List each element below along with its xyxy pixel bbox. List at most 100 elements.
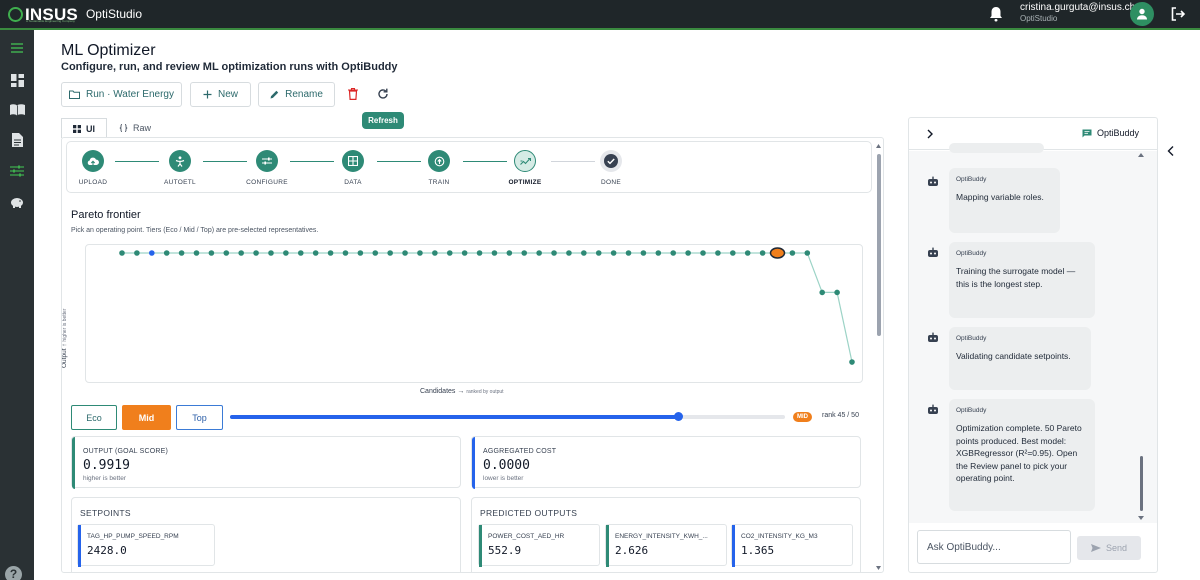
tab-raw[interactable]: Raw: [119, 118, 151, 138]
help-icon[interactable]: ?: [5, 566, 22, 580]
pareto-point[interactable]: [283, 250, 289, 256]
chevron-right-icon[interactable]: [926, 129, 934, 139]
pareto-point[interactable]: [744, 250, 751, 256]
pareto-point[interactable]: [834, 289, 840, 296]
pareto-point[interactable]: [163, 250, 170, 256]
step-optimize[interactable]: OPTIMIZE: [495, 150, 555, 186]
step-data[interactable]: DATA: [323, 150, 383, 186]
chevron-left-icon[interactable]: [1166, 145, 1176, 157]
pareto-point[interactable]: [610, 250, 617, 256]
kpi-cost-hint: lower is better: [483, 475, 524, 482]
avatar[interactable]: [1130, 2, 1154, 26]
step-autoetl[interactable]: AUTOETL: [150, 150, 210, 186]
pareto-point[interactable]: [700, 250, 706, 256]
document-icon[interactable]: [7, 130, 27, 150]
pareto-point[interactable]: [417, 250, 423, 256]
chat-scrollbar[interactable]: [1137, 151, 1147, 523]
book-icon[interactable]: [7, 100, 27, 120]
dashboard-icon[interactable]: [7, 70, 27, 90]
kpi-accent-bar: [72, 437, 75, 489]
main-scrollbar-thumb[interactable]: [877, 154, 881, 336]
pareto-point[interactable]: [476, 250, 483, 256]
pareto-point[interactable]: [849, 359, 855, 365]
step-train[interactable]: TRAIN: [409, 150, 469, 186]
pareto-point[interactable]: [193, 250, 200, 256]
pareto-point[interactable]: [268, 250, 274, 256]
pareto-point[interactable]: [670, 250, 677, 256]
logout-icon[interactable]: [1170, 6, 1186, 22]
pareto-point[interactable]: [536, 250, 542, 256]
pareto-point[interactable]: [506, 250, 513, 256]
pareto-point[interactable]: [595, 250, 602, 256]
pareto-point[interactable]: [551, 250, 557, 256]
pareto-point[interactable]: [238, 250, 244, 256]
pareto-point[interactable]: [327, 250, 334, 256]
pareto-point[interactable]: [655, 250, 662, 256]
pareto-point[interactable]: [253, 250, 259, 256]
pareto-point[interactable]: [119, 250, 125, 256]
tier-mid-button[interactable]: Mid: [122, 405, 171, 430]
chat-message: OptiBuddy Optimization complete. 50 Pare…: [949, 399, 1095, 511]
braces-icon: [119, 124, 128, 132]
delete-button[interactable]: [344, 85, 362, 103]
pareto-point[interactable]: [566, 250, 572, 256]
tier-eco-button[interactable]: Eco: [71, 405, 117, 430]
pareto-point[interactable]: [685, 250, 691, 256]
refresh-button[interactable]: [374, 85, 392, 103]
pareto-subtitle: Pick an operating point. Tiers (Eco / Mi…: [71, 227, 319, 234]
predicted-value: 2.626: [615, 544, 649, 557]
pareto-point[interactable]: [461, 250, 468, 256]
pareto-point[interactable]: [640, 250, 647, 256]
send-button[interactable]: Send: [1077, 536, 1141, 560]
pareto-point-selected[interactable]: [769, 247, 786, 259]
pareto-point[interactable]: [581, 250, 587, 256]
user-info[interactable]: cristina.gurguta@insus.ch OptiStudio: [1020, 2, 1135, 24]
pareto-point[interactable]: [819, 289, 826, 296]
pareto-point[interactable]: [789, 250, 796, 256]
pareto-point[interactable]: [134, 250, 140, 256]
pareto-point[interactable]: [223, 250, 230, 256]
pareto-point[interactable]: [491, 250, 498, 256]
pareto-point[interactable]: [446, 250, 453, 256]
tune-icon[interactable]: [7, 161, 27, 181]
main-scrollbar[interactable]: [875, 143, 882, 571]
menu-icon[interactable]: [7, 38, 27, 58]
pareto-point[interactable]: [148, 250, 155, 256]
pareto-point[interactable]: [715, 250, 721, 256]
pareto-point[interactable]: [625, 250, 632, 256]
pareto-point[interactable]: [372, 250, 379, 256]
pareto-point[interactable]: [432, 250, 438, 256]
chat-input[interactable]: Ask OptiBuddy...: [917, 530, 1071, 564]
run-select-button[interactable]: Run · Water Energy: [61, 82, 182, 107]
pareto-point[interactable]: [402, 250, 408, 256]
rank-slider-thumb[interactable]: [674, 412, 684, 421]
pareto-point[interactable]: [357, 250, 364, 256]
pareto-point[interactable]: [297, 250, 304, 256]
step-done[interactable]: DONE: [581, 150, 641, 186]
folder-icon: [69, 90, 80, 99]
piggy-bank-icon[interactable]: [7, 192, 27, 212]
rank-slider[interactable]: [230, 412, 785, 421]
pareto-point[interactable]: [759, 250, 766, 256]
pareto-point[interactable]: [387, 250, 393, 256]
pareto-chart[interactable]: [86, 245, 864, 384]
pareto-point[interactable]: [342, 250, 349, 256]
chat-scrollbar-thumb[interactable]: [1140, 456, 1143, 511]
pareto-point[interactable]: [730, 250, 736, 256]
pareto-point[interactable]: [312, 250, 319, 256]
chat-bubble-partial: [949, 143, 1044, 153]
pareto-point[interactable]: [521, 250, 528, 256]
pareto-point[interactable]: [178, 250, 185, 256]
chat-title: OptiBuddy: [1082, 128, 1139, 138]
bell-icon[interactable]: [988, 5, 1004, 23]
sliders-icon: [256, 150, 278, 172]
pareto-point[interactable]: [208, 250, 215, 256]
tier-top-button[interactable]: Top: [176, 405, 223, 430]
pareto-point[interactable]: [804, 250, 811, 256]
left-nav-rail: [0, 30, 34, 580]
rename-button[interactable]: Rename: [258, 82, 335, 107]
tab-ui[interactable]: UI: [61, 118, 107, 138]
new-button[interactable]: New: [190, 82, 251, 107]
step-upload[interactable]: UPLOAD: [63, 150, 123, 186]
step-configure[interactable]: CONFIGURE: [237, 150, 297, 186]
